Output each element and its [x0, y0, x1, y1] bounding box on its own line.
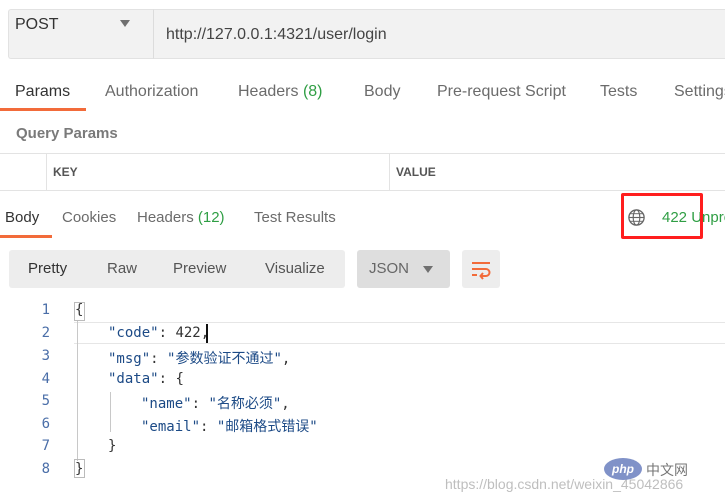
code-token: }: [75, 461, 84, 477]
method-label[interactable]: POST: [15, 16, 59, 34]
json-key: "data": [108, 371, 159, 387]
table-column-divider: [389, 153, 390, 191]
response-tab-body[interactable]: Body: [5, 209, 39, 226]
php-logo: php: [604, 458, 642, 480]
chevron-down-icon[interactable]: [423, 266, 433, 273]
line-number: 3: [41, 348, 50, 364]
active-response-tab-indicator: [0, 235, 52, 238]
response-tab-headers[interactable]: Headers (12): [137, 209, 225, 226]
response-tab-cookies[interactable]: Cookies: [62, 209, 116, 226]
table-divider: [0, 153, 725, 154]
line-number: 7: [41, 438, 50, 454]
code-line-7[interactable]: }: [108, 438, 116, 454]
response-tab-test-results[interactable]: Test Results: [254, 209, 336, 226]
tab-settings[interactable]: Settings: [674, 83, 725, 101]
code-line-3[interactable]: "msg": "参数验证不通过",: [108, 348, 290, 368]
column-header-value: VALUE: [396, 165, 436, 179]
tab-authorization[interactable]: Authorization: [105, 83, 198, 101]
code-token: {: [175, 371, 184, 387]
code-line-5[interactable]: "name": "名称必须",: [141, 393, 290, 413]
json-key: "msg": [108, 351, 151, 367]
indent-guide: [110, 392, 111, 432]
query-params-title: Query Params: [16, 125, 118, 142]
table-divider: [0, 190, 725, 191]
chevron-down-icon[interactable]: [120, 20, 130, 27]
json-value: 422: [175, 325, 201, 341]
line-number: 8: [41, 461, 50, 477]
tab-body[interactable]: Body: [364, 83, 400, 101]
json-key: "email": [141, 419, 201, 435]
line-number: 5: [41, 393, 50, 409]
visualize-button[interactable]: Visualize: [265, 260, 325, 277]
tab-headers-label: Headers: [238, 83, 299, 100]
response-tab-headers-label: Headers: [137, 209, 194, 226]
response-headers-count: (12): [197, 209, 225, 226]
raw-button[interactable]: Raw: [107, 260, 137, 277]
json-value: "参数验证不通过": [167, 351, 282, 367]
text-cursor: [206, 324, 208, 343]
line-number: 1: [41, 302, 50, 318]
wrap-lines-icon[interactable]: [470, 258, 492, 280]
preview-button[interactable]: Preview: [173, 260, 226, 277]
headers-count: (8): [302, 83, 323, 100]
url-text[interactable]: http://127.0.0.1:4321/user/login: [166, 26, 387, 44]
json-key: "name": [141, 396, 192, 412]
table-column-divider: [46, 153, 47, 191]
column-header-key: KEY: [53, 165, 78, 179]
tab-tests[interactable]: Tests: [600, 83, 637, 101]
tab-headers[interactable]: Headers (8): [238, 83, 323, 101]
format-label[interactable]: JSON: [369, 260, 409, 277]
line-number: 2: [41, 325, 50, 341]
url-input[interactable]: http://127.0.0.1:4321/user/login: [153, 9, 725, 59]
code-token: {: [75, 302, 84, 318]
tab-params[interactable]: Params: [15, 83, 70, 101]
indent-guide: [77, 321, 78, 461]
status-highlight-box: [621, 193, 703, 239]
tab-prerequest-script[interactable]: Pre-request Script: [437, 83, 566, 101]
code-line-8[interactable]: }: [75, 461, 83, 477]
json-key: "code": [108, 325, 159, 341]
pretty-button[interactable]: Pretty: [28, 260, 67, 277]
code-line-4[interactable]: "data": {: [108, 371, 184, 387]
site-watermark: 中文网: [646, 462, 688, 478]
json-value: "名称必须": [208, 396, 282, 412]
code-line-6[interactable]: "email": "邮箱格式错误": [141, 416, 318, 436]
active-tab-indicator: [0, 108, 86, 111]
code-line-1[interactable]: {: [75, 302, 83, 318]
line-number: 6: [41, 416, 50, 432]
line-number: 4: [41, 371, 50, 387]
json-value: "邮箱格式错误": [216, 419, 318, 435]
code-token: }: [108, 438, 117, 454]
code-line-2[interactable]: "code": 422,: [108, 325, 209, 341]
